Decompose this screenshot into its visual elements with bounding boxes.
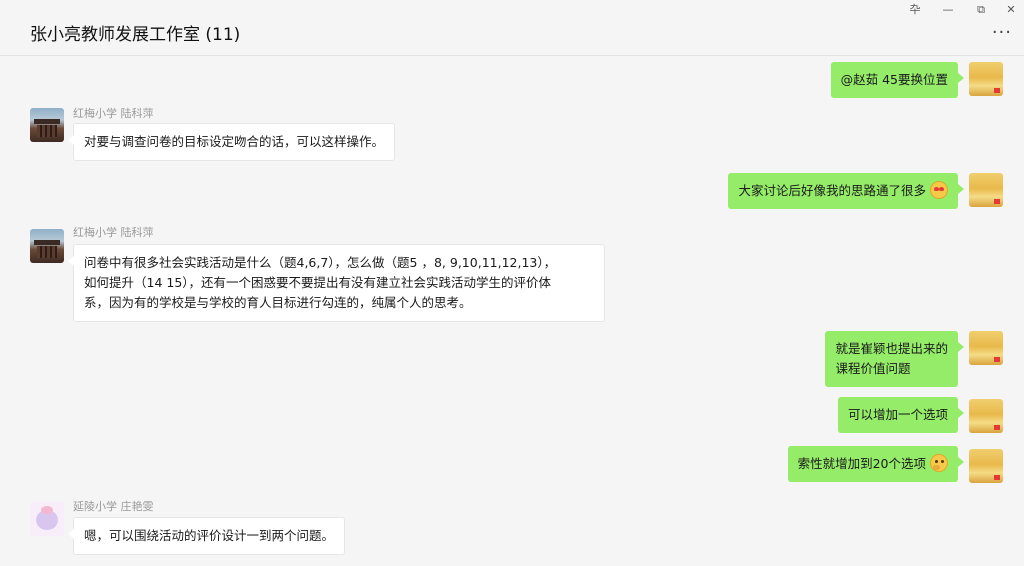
message-bubble[interactable]: 对要与调查问卷的目标设定吻合的话，可以这样操作。 bbox=[67, 123, 396, 161]
sender-avatar[interactable] bbox=[30, 108, 64, 142]
sender-name: 红梅小学 陆科萍 bbox=[73, 226, 154, 239]
message-line: 问卷中有很多社会实践活动是什么（题4,6,7），怎么做（题5 ，8, 9,10,… bbox=[84, 255, 557, 270]
message-text: @赵茹 45要换位置 bbox=[840, 72, 948, 87]
self-avatar[interactable] bbox=[969, 399, 1003, 433]
self-avatar[interactable] bbox=[969, 173, 1003, 207]
message-line: 系，因为有的学校是与学校的育人目标进行勾连的，纯属个人的思考。 bbox=[84, 295, 472, 310]
message-bubble[interactable]: 大家讨论后好像我的思路通了很多 bbox=[728, 173, 964, 209]
more-options-icon[interactable]: ··· bbox=[992, 24, 1012, 42]
message-bubble[interactable]: 嗯，可以围绕活动的评价设计一到两个问题。 bbox=[67, 517, 346, 555]
message-text: 可以增加一个选项 bbox=[847, 407, 948, 422]
self-avatar[interactable] bbox=[969, 62, 1003, 96]
heart-eyes-emoji-icon bbox=[930, 181, 948, 199]
sender-name: 延陵小学 庄艳雯 bbox=[73, 500, 154, 513]
message-text: 嗯，可以围绕活动的评价设计一到两个问题。 bbox=[84, 528, 335, 543]
self-avatar[interactable] bbox=[969, 331, 1003, 365]
minimize-button[interactable]: — bbox=[933, 2, 963, 18]
restore-button[interactable]: ⧉ bbox=[966, 2, 996, 18]
self-avatar[interactable] bbox=[969, 449, 1003, 483]
chat-title: 张小亮教师发展工作室 (11) bbox=[30, 25, 241, 45]
message-text: 大家讨论后好像我的思路通了很多 bbox=[738, 183, 926, 198]
message-bubble[interactable]: 问卷中有很多社会实践活动是什么（题4,6,7），怎么做（题5 ，8, 9,10,… bbox=[68, 244, 605, 322]
message-line: 课程价值问题 bbox=[835, 361, 911, 376]
message-bubble[interactable]: 可以增加一个选项 bbox=[837, 397, 965, 433]
sender-avatar[interactable] bbox=[30, 502, 64, 536]
message-list[interactable]: @赵茹 45要换位置 红梅小学 陆科萍 对要与调查问卷的目标设定吻合的话，可以这… bbox=[0, 57, 1024, 566]
sender-avatar[interactable] bbox=[30, 229, 64, 263]
message-text: 索性就增加到20个选项 bbox=[797, 456, 926, 471]
message-line: 如何提升（14 15），还有一个困惑要不要提出有没有建立社会实践活动学生的评价体 bbox=[84, 275, 552, 290]
message-line: 就是崔颖也提出来的 bbox=[835, 341, 948, 356]
message-text: 对要与调查问卷的目标设定吻合的话，可以这样操作。 bbox=[84, 134, 385, 149]
close-button[interactable]: ✕ bbox=[996, 2, 1024, 18]
thinking-emoji-icon bbox=[930, 454, 948, 472]
sender-name: 红梅小学 陆科萍 bbox=[73, 107, 154, 120]
pin-icon[interactable]: 卆 bbox=[900, 2, 930, 18]
message-bubble[interactable]: 索性就增加到20个选项 bbox=[787, 446, 965, 482]
message-bubble[interactable]: @赵茹 45要换位置 bbox=[830, 62, 965, 98]
message-bubble[interactable]: 就是崔颖也提出来的 课程价值问题 bbox=[825, 331, 964, 387]
chat-header: 张小亮教师发展工作室 (11) 卆 — ⧉ ✕ ··· bbox=[0, 0, 1024, 56]
